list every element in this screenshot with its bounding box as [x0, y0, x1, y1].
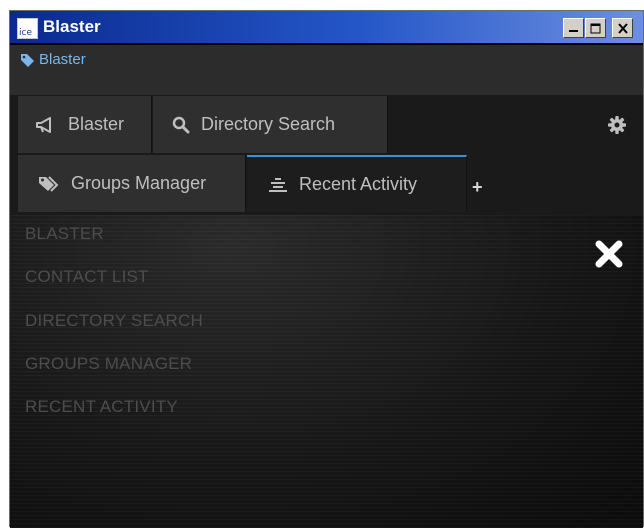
minimize-button[interactable]: [563, 18, 584, 38]
add-tab-button[interactable]: +: [472, 177, 483, 198]
menu-item-contact-list[interactable]: CONTACT LIST: [25, 267, 149, 287]
menu-item-directory-search[interactable]: DIRECTORY SEARCH: [25, 311, 203, 331]
tab-label: Blaster: [68, 114, 125, 134]
window-title: Blaster: [43, 17, 101, 36]
tags-icon: [38, 175, 60, 193]
title-bar[interactable]: ice Blaster: [10, 11, 643, 44]
tag-icon: [21, 54, 34, 67]
close-window-button[interactable]: [612, 18, 633, 38]
menu-panel: BLASTER CONTACT LIST DIRECTORY SEARCH GR…: [10, 215, 643, 528]
tab-strip: Blaster Directory Search Groups Manager: [10, 95, 643, 215]
app-icon-text: ice: [19, 28, 32, 38]
megaphone-icon: [35, 116, 57, 134]
tab-label: Recent Activity: [299, 174, 418, 194]
tab-label: Groups Manager: [71, 173, 207, 193]
tab-groups-manager[interactable]: Groups Manager: [18, 155, 246, 212]
list-icon: [268, 177, 288, 193]
maximize-icon: [590, 23, 600, 33]
minimize-icon: [568, 30, 578, 32]
app-icon: ice: [17, 18, 38, 39]
breadcrumb-label[interactable]: Blaster: [39, 51, 86, 68]
close-menu-icon[interactable]: [594, 239, 624, 269]
gear-icon[interactable]: [607, 115, 627, 135]
tab-label: Directory Search: [201, 114, 336, 134]
menu-item-groups-manager[interactable]: GROUPS MANAGER: [25, 354, 192, 374]
maximize-button[interactable]: [585, 18, 606, 38]
app-window: ice Blaster Blaster Blaster Directory Se…: [9, 10, 644, 528]
tab-directory-search[interactable]: Directory Search: [153, 96, 388, 153]
tab-recent-activity[interactable]: Recent Activity: [247, 155, 467, 212]
breadcrumb-bar: Blaster: [10, 45, 643, 95]
close-icon: [617, 22, 628, 34]
menu-item-recent-activity[interactable]: RECENT ACTIVITY: [25, 397, 178, 417]
search-icon: [172, 116, 190, 134]
tab-blaster[interactable]: Blaster: [18, 96, 152, 153]
menu-item-blaster[interactable]: BLASTER: [25, 224, 104, 244]
